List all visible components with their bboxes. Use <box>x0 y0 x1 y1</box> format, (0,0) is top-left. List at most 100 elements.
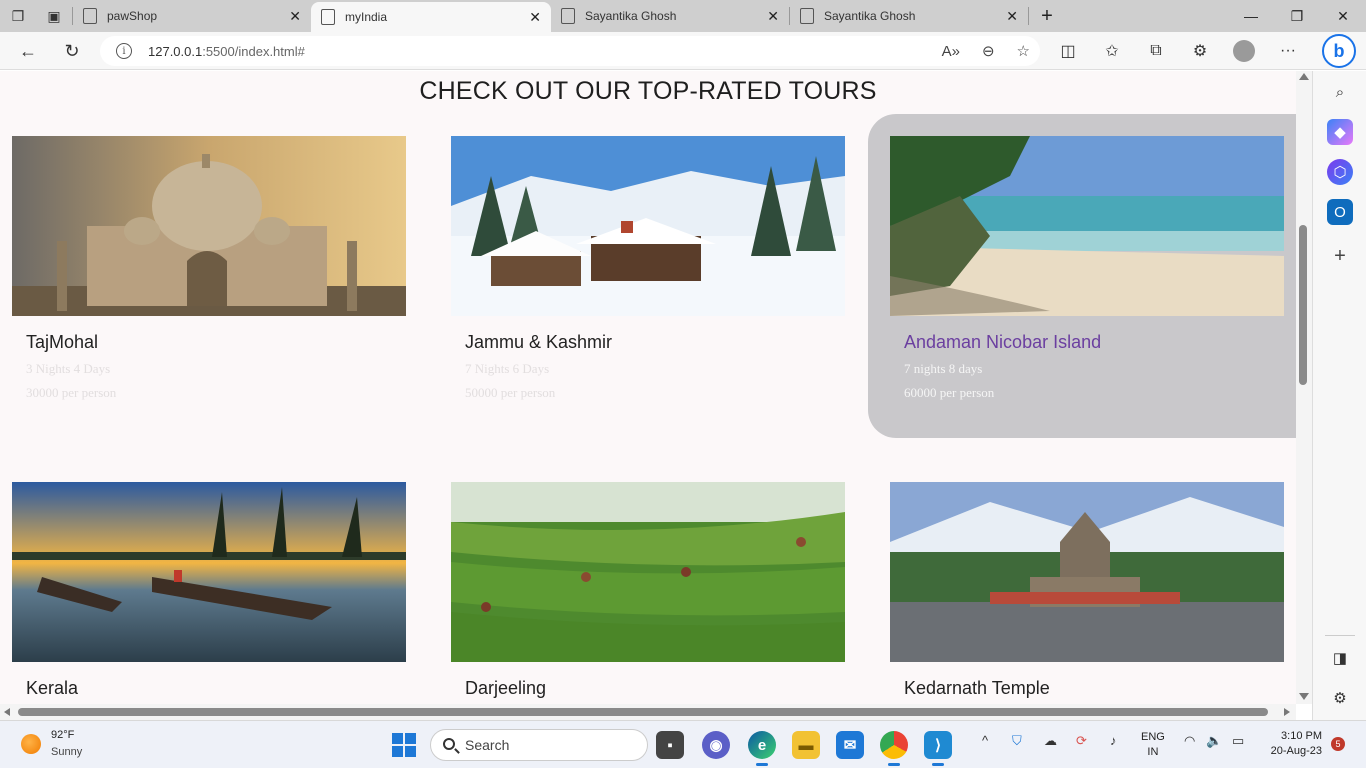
close-icon[interactable]: ✕ <box>289 8 301 25</box>
bing-copilot-icon[interactable]: b <box>1322 34 1356 68</box>
browser-toolbar: ← ↻ i 127.0.0.1:5500/index.html# A» ⊖ ☆ … <box>0 32 1366 70</box>
language-indicator[interactable]: ENG IN <box>1141 730 1165 760</box>
chrome-icon[interactable] <box>880 731 908 766</box>
add-icon[interactable]: + <box>1327 243 1353 269</box>
tab-label: Sayantika Ghosh <box>824 9 916 23</box>
tour-card-kerala[interactable]: Kerala <box>0 460 428 704</box>
outlook-icon[interactable]: O <box>1327 199 1353 225</box>
task-view-icon[interactable]: ▪ <box>656 731 684 759</box>
darjeeling-tea-garden-photo <box>451 482 845 662</box>
profile-avatar[interactable] <box>1233 40 1255 62</box>
scroll-thumb[interactable] <box>18 708 1268 716</box>
vertical-scrollbar[interactable] <box>1296 71 1312 704</box>
close-window-button[interactable]: ✕ <box>1320 0 1366 32</box>
wifi-icon[interactable]: ◠ <box>1184 733 1195 749</box>
tab-strip: ❐ ▣ pawShop ✕ myIndia ✕ Sayantika Ghosh … <box>0 0 1366 32</box>
address-bar[interactable]: i 127.0.0.1:5500/index.html# A» ⊖ ☆ <box>100 36 1040 66</box>
close-icon[interactable]: ✕ <box>1006 8 1018 25</box>
update-icon[interactable]: ⟳ <box>1076 733 1087 749</box>
back-button[interactable]: ← <box>6 32 50 70</box>
security-shield-icon[interactable]: ⛉ <box>1012 733 1022 749</box>
info-icon[interactable]: i <box>116 43 132 59</box>
page-icon <box>561 8 575 24</box>
sidebar-toggle-icon[interactable]: ◨ <box>1327 645 1353 671</box>
page-icon <box>321 9 335 25</box>
tour-card-darjeeling[interactable]: Darjeeling <box>429 460 867 704</box>
edge-browser-icon[interactable]: e <box>748 731 776 766</box>
andaman-beach-photo <box>890 136 1284 316</box>
tour-card-andaman[interactable]: Andaman Nicobar Island 7 nights 8 days 6… <box>868 114 1296 438</box>
start-button[interactable] <box>392 733 416 757</box>
system-clock[interactable]: 3:10 PM 20-Aug-23 <box>1262 729 1322 759</box>
more-menu-icon[interactable]: ··· <box>1266 32 1310 70</box>
address-host: 127.0.0.1 <box>148 43 203 59</box>
tab-actions-icon[interactable]: ▣ <box>36 0 72 32</box>
close-icon[interactable]: ✕ <box>767 8 779 25</box>
tour-card-tajmahal[interactable]: TajMohal 3 Nights 4 Days 30000 per perso… <box>0 114 428 438</box>
teams-chat-icon[interactable]: ◉ <box>702 731 730 759</box>
kerala-backwater-photo <box>12 482 406 662</box>
tools-icon[interactable]: ⬡ <box>1327 159 1353 185</box>
tab-pawshop[interactable]: pawShop ✕ <box>73 0 311 32</box>
split-screen-icon[interactable]: ◫ <box>1046 32 1090 70</box>
tour-card-jammu-kashmir[interactable]: Jammu & Kashmir 7 Nights 6 Days 50000 pe… <box>429 114 867 438</box>
tour-name: Kedarnath Temple <box>904 678 1050 698</box>
taskbar-search[interactable]: Search <box>430 729 648 761</box>
tour-duration: 3 Nights 4 Days <box>26 361 111 376</box>
file-explorer-icon[interactable]: ▬ <box>792 731 820 759</box>
sun-icon[interactable] <box>21 734 41 754</box>
tray-chevron-icon[interactable]: ^ <box>982 733 988 748</box>
new-tab-button[interactable]: + <box>1029 0 1065 32</box>
tour-price: 50000 per person <box>465 385 556 400</box>
tab-label: pawShop <box>107 9 158 23</box>
settings-gear-icon[interactable]: ⚙ <box>1327 685 1353 711</box>
horizontal-scrollbar[interactable] <box>0 704 1296 720</box>
lang-region: IN <box>1147 746 1159 758</box>
notification-badge[interactable]: 5 <box>1331 737 1345 751</box>
extensions-icon[interactable]: ⚙ <box>1178 32 1222 70</box>
tajmahal-photo <box>12 136 406 316</box>
search-label: Search <box>465 737 510 753</box>
minimize-button[interactable]: — <box>1228 0 1274 32</box>
refresh-button[interactable]: ↻ <box>50 32 94 70</box>
volume-icon[interactable]: 🔈 <box>1206 733 1222 749</box>
scroll-down-icon[interactable] <box>1299 693 1309 700</box>
search-icon[interactable]: ⌕ <box>1327 79 1353 105</box>
close-icon[interactable]: ✕ <box>529 9 541 26</box>
clock-time: 3:10 PM <box>1281 730 1322 742</box>
battery-icon[interactable]: ▭ <box>1232 733 1244 749</box>
favorites-icon[interactable]: ✩ <box>1090 32 1134 70</box>
tab-label: myIndia <box>345 10 388 24</box>
workspaces-icon[interactable]: ❐ <box>0 0 36 32</box>
tour-price: 30000 per person <box>26 385 117 400</box>
read-aloud-icon[interactable]: A» <box>942 43 960 60</box>
tab-sayantika-2[interactable]: Sayantika Ghosh ✕ <box>790 0 1028 32</box>
cloud-sync-icon[interactable]: ☁ <box>1044 733 1057 749</box>
tour-name: Andaman Nicobar Island <box>904 332 1102 352</box>
tour-card-kedarnath[interactable]: Kedarnath Temple <box>868 460 1296 704</box>
tour-duration: 7 Nights 6 Days <box>465 361 550 376</box>
tab-myindia[interactable]: myIndia ✕ <box>311 2 551 32</box>
tour-price: 60000 per person <box>904 385 995 400</box>
scroll-thumb[interactable] <box>1299 225 1307 385</box>
shopping-icon[interactable]: ◆ <box>1327 119 1353 145</box>
tour-duration: 7 nights 8 days <box>904 361 983 376</box>
page-icon <box>800 8 814 24</box>
microphone-icon[interactable]: ♪ <box>1110 733 1117 748</box>
zoom-out-icon[interactable]: ⊖ <box>982 42 995 60</box>
page-title: CHECK OUT OUR TOP-RATED TOURS <box>419 77 877 105</box>
weather-desc[interactable]: Sunny <box>51 746 82 758</box>
scroll-left-icon[interactable] <box>4 708 10 716</box>
restore-button[interactable]: ❐ <box>1274 0 1320 32</box>
tour-name: Jammu & Kashmir <box>465 332 613 352</box>
collections-icon[interactable]: ⧉ <box>1134 32 1178 70</box>
vscode-icon[interactable]: ⟩ <box>924 731 952 766</box>
kedarnath-temple-photo <box>890 482 1284 662</box>
scroll-right-icon[interactable] <box>1284 708 1290 716</box>
tab-sayantika-1[interactable]: Sayantika Ghosh ✕ <box>551 0 789 32</box>
favorite-star-icon[interactable]: ☆ <box>1017 42 1030 60</box>
scroll-up-icon[interactable] <box>1299 73 1309 80</box>
weather-temp[interactable]: 92°F <box>51 729 74 741</box>
mail-icon[interactable]: ✉ <box>836 731 864 759</box>
tour-name: Darjeeling <box>465 678 547 698</box>
